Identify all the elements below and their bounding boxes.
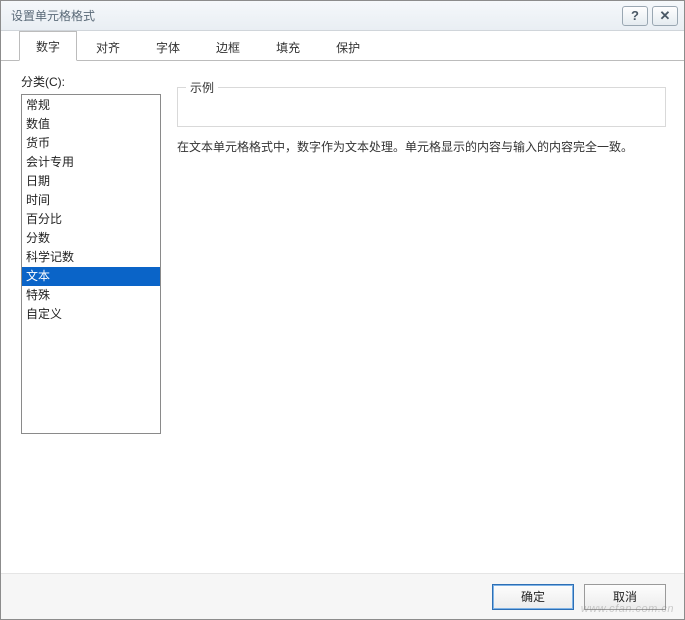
sample-box: 示例 bbox=[177, 87, 666, 127]
list-item-label: 日期 bbox=[26, 174, 50, 188]
tab-alignment[interactable]: 对齐 bbox=[79, 32, 137, 61]
list-item[interactable]: 文本 bbox=[22, 267, 160, 286]
tab-fill[interactable]: 填充 bbox=[259, 32, 317, 61]
tab-label: 对齐 bbox=[96, 41, 120, 55]
category-column: 分类(C): 常规 数值 货币 会计专用 日期 时间 百分比 分数 科学记数 文… bbox=[21, 73, 161, 565]
list-item[interactable]: 常规 bbox=[22, 96, 160, 115]
dialog-footer: 确定 取消 bbox=[1, 573, 684, 619]
tab-border[interactable]: 边框 bbox=[199, 32, 257, 61]
help-icon: ? bbox=[631, 8, 639, 23]
close-icon: ✕ bbox=[660, 8, 671, 24]
list-item[interactable]: 科学记数 bbox=[22, 248, 160, 267]
category-listbox[interactable]: 常规 数值 货币 会计专用 日期 时间 百分比 分数 科学记数 文本 特殊 自定… bbox=[21, 94, 161, 434]
list-item[interactable]: 会计专用 bbox=[22, 153, 160, 172]
list-item[interactable]: 时间 bbox=[22, 191, 160, 210]
format-description: 在文本单元格格式中，数字作为文本处理。单元格显示的内容与输入的内容完全一致。 bbox=[177, 137, 666, 157]
list-item[interactable]: 货币 bbox=[22, 134, 160, 153]
list-item-label: 时间 bbox=[26, 193, 50, 207]
list-item-label: 货币 bbox=[26, 136, 50, 150]
list-item[interactable]: 数值 bbox=[22, 115, 160, 134]
button-label: 取消 bbox=[613, 588, 637, 605]
list-item-label: 百分比 bbox=[26, 212, 62, 226]
tabstrip: 数字 对齐 字体 边框 填充 保护 bbox=[1, 31, 684, 61]
list-item-label: 分数 bbox=[26, 231, 50, 245]
list-item-label: 会计专用 bbox=[26, 155, 74, 169]
tab-protection[interactable]: 保护 bbox=[319, 32, 377, 61]
list-item[interactable]: 特殊 bbox=[22, 286, 160, 305]
help-button[interactable]: ? bbox=[622, 6, 648, 26]
list-item-label: 文本 bbox=[26, 269, 50, 283]
window-title: 设置单元格格式 bbox=[11, 7, 618, 24]
list-item-label: 自定义 bbox=[26, 307, 62, 321]
cancel-button[interactable]: 取消 bbox=[584, 584, 666, 610]
list-item-label: 常规 bbox=[26, 98, 50, 112]
close-button[interactable]: ✕ bbox=[652, 6, 678, 26]
list-item[interactable]: 百分比 bbox=[22, 210, 160, 229]
tab-label: 边框 bbox=[216, 41, 240, 55]
category-label: 分类(C): bbox=[21, 73, 161, 90]
tab-font[interactable]: 字体 bbox=[139, 32, 197, 61]
ok-button[interactable]: 确定 bbox=[492, 584, 574, 610]
button-label: 确定 bbox=[521, 588, 545, 605]
tab-label: 保护 bbox=[336, 41, 360, 55]
tab-label: 数字 bbox=[36, 40, 60, 54]
dialog-window: 设置单元格格式 ? ✕ 数字 对齐 字体 边框 填充 保护 分类(C): 常规 … bbox=[0, 0, 685, 620]
list-item[interactable]: 自定义 bbox=[22, 305, 160, 324]
list-item[interactable]: 分数 bbox=[22, 229, 160, 248]
tab-label: 填充 bbox=[276, 41, 300, 55]
titlebar: 设置单元格格式 ? ✕ bbox=[1, 1, 684, 31]
number-panel: 分类(C): 常规 数值 货币 会计专用 日期 时间 百分比 分数 科学记数 文… bbox=[21, 73, 666, 565]
list-item-label: 数值 bbox=[26, 117, 50, 131]
tab-content: 分类(C): 常规 数值 货币 会计专用 日期 时间 百分比 分数 科学记数 文… bbox=[1, 61, 684, 573]
list-item-label: 科学记数 bbox=[26, 250, 74, 264]
sample-legend: 示例 bbox=[186, 79, 218, 96]
tab-number[interactable]: 数字 bbox=[19, 31, 77, 61]
tab-label: 字体 bbox=[156, 41, 180, 55]
detail-column: 示例 在文本单元格格式中，数字作为文本处理。单元格显示的内容与输入的内容完全一致… bbox=[177, 73, 666, 565]
list-item[interactable]: 日期 bbox=[22, 172, 160, 191]
list-item-label: 特殊 bbox=[26, 288, 50, 302]
